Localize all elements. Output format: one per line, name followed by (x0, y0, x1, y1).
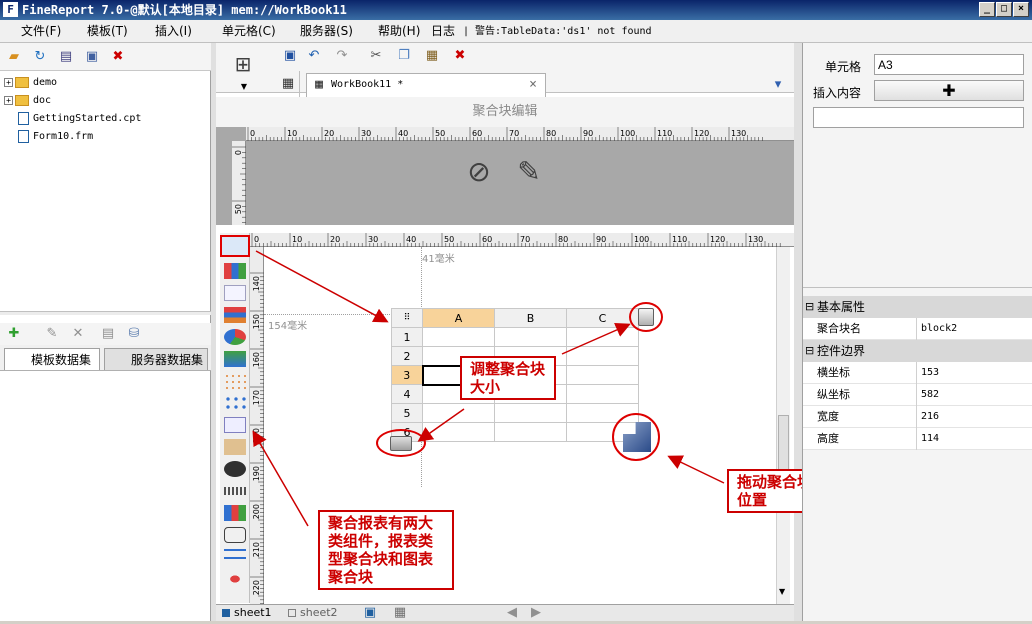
annotation-arrows (252, 250, 725, 527)
plus-icon: ✚ (942, 81, 956, 100)
title-bar: F FineReport 7.0-@默认[本地目录] mem://WorkBoo… (0, 0, 1032, 20)
sheet-tab-2[interactable]: sheet2 (288, 605, 338, 621)
refresh-icon[interactable]: ↻ (32, 49, 48, 65)
property-panel: 单元格 插入内容 ✚ 基本属性 聚合块名block2 控件边界 横坐标153 纵… (802, 43, 1032, 621)
prop-block-name[interactable]: 聚合块名 block2 (803, 318, 1032, 340)
menu-template[interactable]: 模板(T) (87, 20, 128, 43)
database-icon[interactable]: ⛁ (126, 326, 142, 342)
app-logo-icon: F (3, 2, 18, 17)
folder-icon (15, 94, 29, 106)
right-splitter[interactable] (794, 43, 802, 621)
menu-cell[interactable]: 单元格(C) (222, 20, 276, 43)
content-input[interactable] (813, 107, 1024, 128)
insert-content-label: 插入内容 (813, 86, 862, 100)
new-folder-icon[interactable]: ▣ (84, 49, 100, 65)
group-bounds[interactable]: 控件边界 (803, 340, 1032, 362)
insert-content-button[interactable]: ✚ (874, 80, 1024, 101)
file-icon (18, 111, 29, 125)
tree-item-doc[interactable]: + doc (4, 92, 51, 110)
add-report-sheet-icon[interactable]: ▣ (362, 605, 378, 621)
tab-template-datasets[interactable]: 模板数据集 (4, 348, 100, 370)
menu-log[interactable]: 日志 (431, 20, 455, 43)
prop-width[interactable]: 宽度 216 (803, 406, 1032, 428)
editor-area: ⊞ ▼ ▣ ↶ ↷ ✂ ❐ ▦ ✖ ▦ ▦ WorkBook11 * × ▾ 聚… (216, 43, 831, 621)
sheet-icon (222, 609, 230, 617)
edit-icon[interactable]: ✎ (44, 326, 60, 342)
expand-icon[interactable]: + (4, 95, 13, 105)
cell-label: 单元格 (825, 60, 862, 74)
sheet-tabs: sheet1 sheet2 ▣ ▦ ◀ ▶ (216, 604, 794, 621)
preview-dataset-icon[interactable]: ▤ (100, 326, 116, 342)
prop-height[interactable]: 高度 114 (803, 428, 1032, 450)
maximize-button[interactable]: □ (996, 2, 1012, 17)
delete-icon[interactable]: ✖ (110, 49, 126, 65)
group-basic-properties[interactable]: 基本属性 (803, 296, 1032, 318)
minimize-button[interactable]: _ (979, 2, 995, 17)
warning-text: | 警告:TableData:'ds1' not found (463, 26, 652, 37)
properties-icon[interactable]: ▤ (58, 49, 74, 65)
scroll-right-icon[interactable]: ▶ (528, 605, 544, 621)
file-toolbar: ▰ ↻ ▤ ▣ ✖ (0, 43, 211, 71)
expand-icon[interactable]: + (4, 77, 13, 87)
menu-help[interactable]: 帮助(H) (378, 20, 420, 43)
tree-item-form10[interactable]: Form10.frm (18, 128, 93, 146)
menu-insert[interactable]: 插入(I) (155, 20, 192, 43)
splitter[interactable] (0, 311, 211, 315)
open-folder-icon[interactable]: ▰ (6, 49, 22, 65)
left-panel: ▰ ↻ ▤ ▣ ✖ + demo + doc GettingStarted.cpt … (0, 43, 211, 621)
dataset-toolbar: ✚ ✎ ✕ ▤ ⛁ (0, 323, 211, 345)
scroll-left-icon[interactable]: ◀ (504, 605, 520, 621)
menu-file[interactable]: 文件(F) (21, 20, 61, 43)
menu-server[interactable]: 服务器(S) (300, 20, 353, 43)
panel-splitter[interactable] (803, 287, 1032, 291)
cell-name-input[interactable] (874, 54, 1024, 75)
add-dataset-icon[interactable]: ✚ (6, 326, 22, 342)
add-form-sheet-icon[interactable]: ▦ (392, 605, 408, 621)
remove-icon[interactable]: ✕ (70, 326, 86, 342)
menu-bar: 文件(F) 模板(T) 插入(I) 单元格(C) 服务器(S) 帮助(H) 日志… (0, 20, 1032, 43)
tree-item-demo[interactable]: + demo (4, 74, 57, 92)
dataset-tabs: 模板数据集 服务器数据集 (0, 345, 211, 371)
sheet-icon (288, 609, 296, 617)
tree-item-gettingstarted[interactable]: GettingStarted.cpt (18, 110, 141, 128)
window-title: FineReport 7.0-@默认[本地目录] mem://WorkBook1… (22, 3, 347, 17)
folder-icon (15, 76, 29, 88)
close-window-button[interactable]: × (1013, 2, 1029, 17)
tab-server-datasets[interactable]: 服务器数据集 (104, 348, 208, 370)
prop-x[interactable]: 横坐标 153 (803, 362, 1032, 384)
prop-y[interactable]: 纵坐标 582 (803, 384, 1032, 406)
sheet-tab-1[interactable]: sheet1 (222, 605, 272, 621)
file-icon (18, 129, 29, 143)
